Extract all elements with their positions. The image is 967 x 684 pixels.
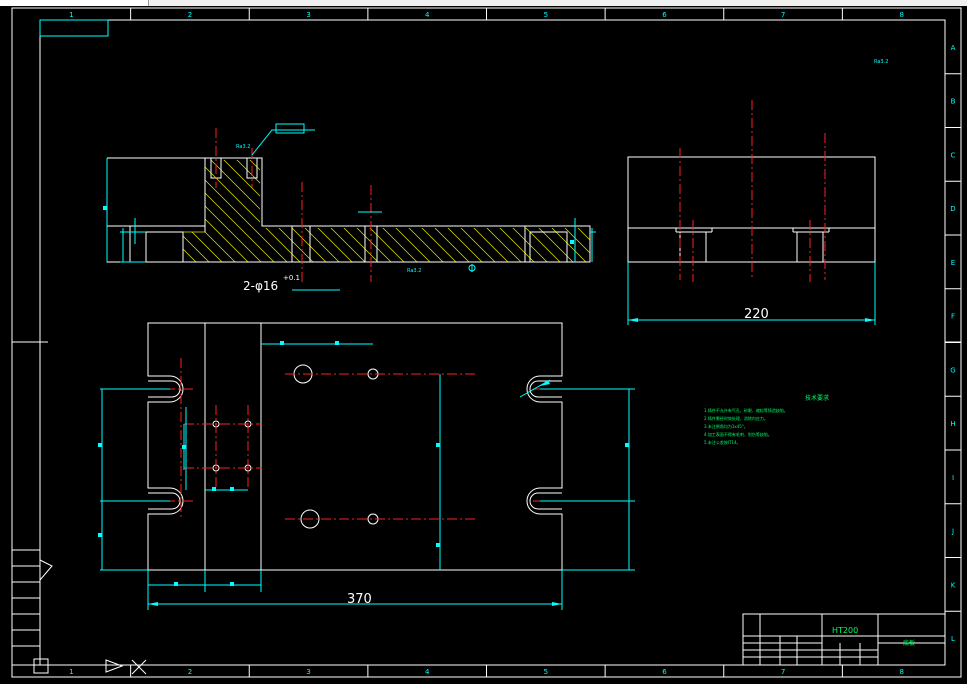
grid-col-label-bottom: 1 (69, 668, 73, 676)
grid-col-label-top: 7 (781, 11, 785, 19)
grid-col-label-top: 3 (306, 11, 310, 19)
grid-row-label: G (950, 366, 955, 374)
hole-callout: 2-φ16 (243, 279, 278, 293)
grid-row-label: I (952, 474, 954, 482)
note-line-2: 2.铸件需经时效处理，消除内应力。 (704, 415, 768, 421)
text-layer: 1 2 3 4 5 6 7 8 1 2 3 4 5 6 7 8 A B C D E F G H I J K L 220 370 2… (69, 11, 956, 676)
cad-drawing-canvas[interactable]: 1 2 3 4 5 6 7 8 1 2 3 4 5 6 7 8 A B C D E F G H I J K L 220 370 2… (0, 0, 967, 684)
side-width-dimension: 220 (744, 307, 769, 322)
grid-col-label-bottom: 7 (781, 668, 785, 676)
title-block-part-name: 底板 (903, 639, 915, 647)
grid-col-label-top: 2 (188, 11, 192, 19)
grid-row-label: D (950, 205, 955, 213)
grid-row-label: C (951, 151, 956, 159)
grid-row-label: F (951, 313, 955, 321)
grid-col-label-bottom: 8 (899, 668, 903, 676)
notes-title: 技术要求 (805, 394, 829, 402)
grid-col-label-top: 8 (899, 11, 903, 19)
grid-row-label: L (951, 635, 955, 643)
grid-row-label: K (951, 581, 956, 589)
grid-row-label: J (951, 528, 954, 536)
surface-mark-section-top: Ra3.2 (236, 144, 250, 150)
grid-row-label: B (951, 98, 956, 106)
grid-col-label-bottom: 5 (544, 668, 548, 676)
grid-col-label-top: 1 (69, 11, 73, 19)
hole-tolerance: +0.1 (283, 274, 300, 282)
grid-col-label-bottom: 3 (306, 668, 310, 676)
grid-row-label: A (951, 44, 956, 52)
note-line-5: 5.未注公差按IT14。 (704, 439, 741, 445)
note-line-4: 4.加工表面不得有毛刺、划伤等缺陷。 (704, 431, 772, 437)
grid-col-label-top: 5 (544, 11, 548, 19)
title-block-material: HT200 (832, 626, 858, 635)
grid-col-label-bottom: 6 (662, 668, 667, 676)
grid-col-label-top: 4 (425, 11, 430, 19)
plan-width-dimension: 370 (347, 592, 372, 607)
surface-mark-section-bottom: Ra3.2 (407, 268, 421, 274)
note-line-3: 3.未注倒角均为1x45°。 (704, 423, 748, 429)
note-line-1: 1.铸件不允许有气孔、砂眼、缩松等铸造缺陷。 (704, 407, 788, 413)
grid-row-label: H (950, 420, 955, 428)
grid-col-label-bottom: 4 (425, 668, 430, 676)
grid-col-label-bottom: 2 (188, 668, 192, 676)
grid-col-label-top: 6 (662, 11, 667, 19)
surface-mark-top-right: Ra3.2 (874, 59, 888, 65)
grid-row-label: E (951, 259, 955, 267)
